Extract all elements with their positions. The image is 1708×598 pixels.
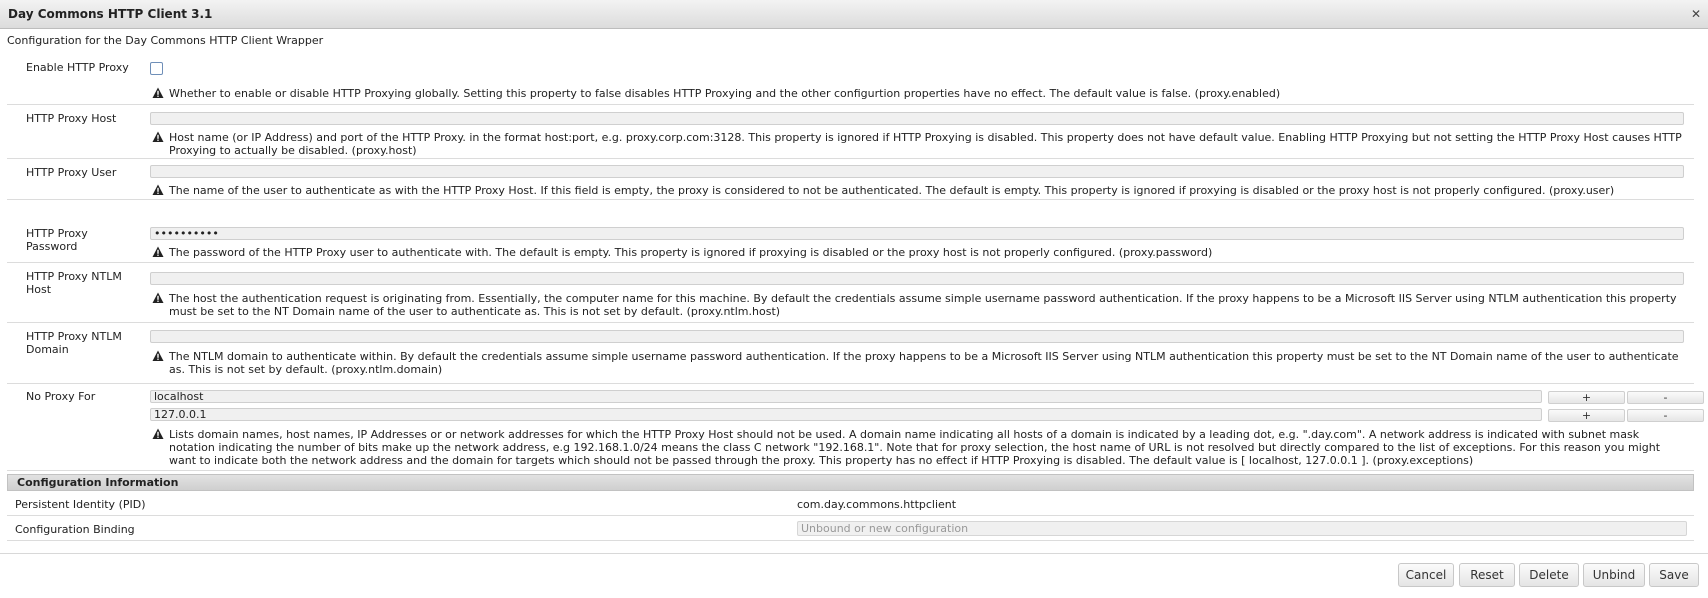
note-text: The password of the HTTP Proxy user to a…	[169, 246, 1213, 259]
delete-button[interactable]: Delete	[1519, 563, 1579, 587]
property-row-ntlm-domain: HTTP Proxy NTLM Domain The NTLM domain t…	[7, 324, 1694, 384]
dialog-description: Configuration for the Day Commons HTTP C…	[7, 34, 324, 47]
no-proxy-entry-input[interactable]: localhost	[150, 390, 1542, 403]
warning-icon	[152, 131, 164, 142]
property-label: No Proxy For	[26, 390, 96, 403]
warning-icon	[152, 184, 164, 195]
property-note: The password of the HTTP Proxy user to a…	[152, 246, 1684, 259]
dialog-title: Day Commons HTTP Client 3.1	[8, 7, 213, 21]
property-note: Whether to enable or disable HTTP Proxyi…	[152, 87, 1684, 100]
close-icon[interactable]: ✕	[1688, 6, 1704, 22]
binding-row: Configuration Binding Unbound or new con…	[7, 517, 1694, 541]
binding-field: Unbound or new configuration	[797, 521, 1687, 536]
property-label: HTTP Proxy Host	[26, 112, 117, 125]
save-button[interactable]: Save	[1649, 563, 1699, 587]
property-label: HTTP Proxy User	[26, 166, 117, 179]
note-text: The host the authentication request is o…	[169, 292, 1677, 318]
cancel-button[interactable]: Cancel	[1398, 563, 1454, 587]
ntlm-host-input[interactable]	[150, 272, 1684, 285]
pid-row: Persistent Identity (PID) com.day.common…	[7, 492, 1694, 516]
add-entry-button[interactable]: +	[1548, 391, 1625, 404]
note-text: Lists domain names, host names, IP Addre…	[169, 428, 1661, 467]
pid-value: com.day.commons.httpclient	[797, 498, 957, 511]
warning-icon	[152, 292, 164, 303]
ntlm-domain-input[interactable]	[150, 330, 1684, 343]
binding-label: Configuration Binding	[15, 523, 135, 536]
property-label: Enable HTTP Proxy	[26, 61, 129, 74]
property-row-enable-proxy: Enable HTTP Proxy Whether to enable or d…	[7, 55, 1694, 105]
property-note: Lists domain names, host names, IP Addre…	[152, 428, 1684, 467]
property-row-proxy-host: HTTP Proxy Host Host name (or IP Address…	[7, 106, 1694, 159]
warning-icon	[152, 428, 164, 439]
proxy-user-input[interactable]	[150, 165, 1684, 178]
dialog-titlebar: Day Commons HTTP Client 3.1 ✕	[0, 0, 1708, 29]
warning-icon	[152, 246, 164, 257]
property-row-proxy-password: HTTP Proxy Password •••••••••• The passw…	[7, 219, 1694, 263]
note-text: The NTLM domain to authenticate within. …	[169, 350, 1679, 376]
proxy-password-input[interactable]: ••••••••••	[150, 227, 1684, 240]
property-label: HTTP Proxy NTLM Domain	[26, 330, 122, 356]
remove-entry-button[interactable]: -	[1627, 409, 1704, 422]
no-proxy-entry-input[interactable]: 127.0.0.1	[150, 408, 1542, 421]
unbind-button[interactable]: Unbind	[1583, 563, 1645, 587]
property-row-no-proxy-for: No Proxy For localhost + - 127.0.0.1 + -…	[7, 385, 1704, 471]
reset-button[interactable]: Reset	[1459, 563, 1515, 587]
property-row-proxy-user: HTTP Proxy User The name of the user to …	[7, 160, 1694, 200]
property-label: HTTP Proxy Password	[26, 227, 88, 253]
note-text: Host name (or IP Address) and port of th…	[169, 131, 1682, 157]
enable-proxy-checkbox[interactable]	[150, 62, 163, 75]
warning-icon	[152, 87, 164, 98]
property-note: Host name (or IP Address) and port of th…	[152, 131, 1684, 157]
warning-icon	[152, 350, 164, 361]
note-text: The name of the user to authenticate as …	[169, 184, 1615, 197]
proxy-host-input[interactable]	[150, 112, 1684, 125]
footer-divider	[0, 553, 1708, 554]
remove-entry-button[interactable]: -	[1627, 391, 1704, 404]
add-entry-button[interactable]: +	[1548, 409, 1625, 422]
pid-label: Persistent Identity (PID)	[15, 498, 146, 511]
note-text: Whether to enable or disable HTTP Proxyi…	[169, 87, 1281, 100]
property-label: HTTP Proxy NTLM Host	[26, 270, 122, 296]
property-note: The host the authentication request is o…	[152, 292, 1684, 318]
property-note: The NTLM domain to authenticate within. …	[152, 350, 1684, 376]
property-row-ntlm-host: HTTP Proxy NTLM Host The host the authen…	[7, 264, 1694, 323]
property-note: The name of the user to authenticate as …	[152, 184, 1684, 197]
config-info-header: Configuration Information	[7, 474, 1694, 491]
